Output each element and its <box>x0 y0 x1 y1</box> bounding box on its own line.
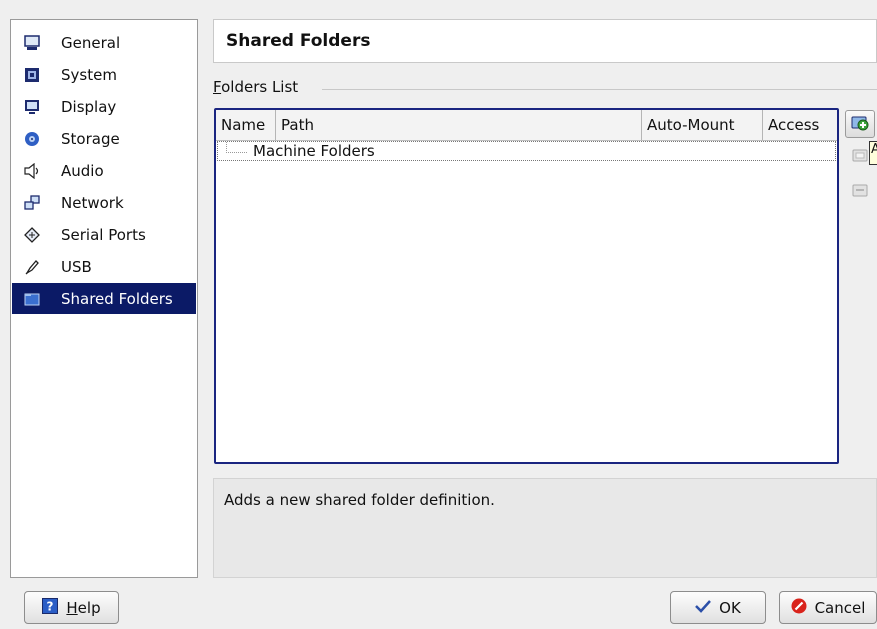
network-icon <box>24 194 40 211</box>
column-header-auto-mount[interactable]: Auto-Mount <box>642 110 763 140</box>
mnemonic-letter: H <box>66 598 78 617</box>
page-title: Shared Folders <box>226 31 371 51</box>
group-divider <box>322 89 877 90</box>
column-label: Path <box>281 116 314 134</box>
column-header-name[interactable]: Name <box>216 110 276 140</box>
sidebar-item-storage[interactable]: Storage <box>12 123 196 154</box>
sidebar-item-audio[interactable]: Audio <box>12 155 196 186</box>
sidebar-item-shared-folders[interactable]: Shared Folders <box>12 283 196 314</box>
checkmark-icon <box>695 599 712 617</box>
sidebar-item-label: Audio <box>61 161 104 180</box>
sidebar-item-general[interactable]: General <box>12 27 196 58</box>
folders-list-label-text: olders List <box>221 78 299 96</box>
folders-list[interactable]: Name Path Auto-Mount Access Machine Fold… <box>214 108 839 464</box>
remove-folder-button[interactable] <box>845 178 875 206</box>
disk-icon <box>24 131 40 147</box>
column-header-access[interactable]: Access <box>763 110 837 140</box>
cancel-button[interactable]: Cancel <box>779 591 877 624</box>
add-folder-button[interactable] <box>845 110 875 138</box>
sidebar-item-label: Shared Folders <box>61 289 173 308</box>
chip-icon <box>24 67 40 83</box>
folder-icon <box>24 291 40 307</box>
cancel-icon <box>791 598 807 618</box>
help-label: Help <box>66 599 100 617</box>
help-label-text: elp <box>77 598 101 617</box>
tree-row-machine-folders[interactable]: Machine Folders <box>217 141 836 161</box>
sidebar-item-label: Network <box>61 193 124 212</box>
usb-icon <box>24 259 40 275</box>
help-icon: ? <box>42 597 59 618</box>
sidebar-item-label: Storage <box>61 129 120 148</box>
sidebar-item-label: General <box>61 33 121 52</box>
list-header: Name Path Auto-Mount Access <box>216 110 837 141</box>
ok-button[interactable]: OK <box>670 591 766 624</box>
column-label: Name <box>221 116 266 134</box>
mnemonic-letter: F <box>213 78 222 96</box>
sidebar-item-usb[interactable]: USB <box>12 251 196 282</box>
tree-branch-line <box>226 141 247 153</box>
description-text: Adds a new shared folder definition. <box>224 491 495 509</box>
help-button[interactable]: ? Help <box>24 591 119 624</box>
page-title-box: Shared Folders <box>213 19 877 63</box>
speaker-icon <box>24 162 40 179</box>
sidebar-item-label: Serial Ports <box>61 225 146 244</box>
cancel-label: Cancel <box>814 598 866 617</box>
tooltip: A <box>869 141 877 165</box>
description-panel: Adds a new shared folder definition. <box>213 478 877 578</box>
monitor-icon <box>24 34 40 51</box>
sidebar-item-serial-ports[interactable]: Serial Ports <box>12 219 196 250</box>
settings-sidebar: General System Display Storage Audio Net… <box>10 19 198 578</box>
remove-folder-icon <box>851 181 869 203</box>
tooltip-text: A <box>871 142 877 157</box>
edit-folder-icon <box>851 146 869 168</box>
sidebar-item-label: Display <box>61 97 117 116</box>
column-label: Auto-Mount <box>647 116 735 134</box>
sidebar-item-system[interactable]: System <box>12 59 196 90</box>
sidebar-item-label: System <box>61 65 117 84</box>
add-folder-icon <box>851 113 869 135</box>
sidebar-item-network[interactable]: Network <box>12 187 196 218</box>
tree-row-label: Machine Folders <box>253 142 375 160</box>
ok-label: OK <box>719 598 741 617</box>
display-icon <box>24 99 40 115</box>
serial-port-icon <box>24 226 40 243</box>
column-header-path[interactable]: Path <box>276 110 642 140</box>
sidebar-item-display[interactable]: Display <box>12 91 196 122</box>
folders-list-label: Folders List <box>213 78 305 96</box>
sidebar-item-label: USB <box>61 257 92 276</box>
svg-text:?: ? <box>47 599 54 613</box>
column-label: Access <box>768 116 820 134</box>
